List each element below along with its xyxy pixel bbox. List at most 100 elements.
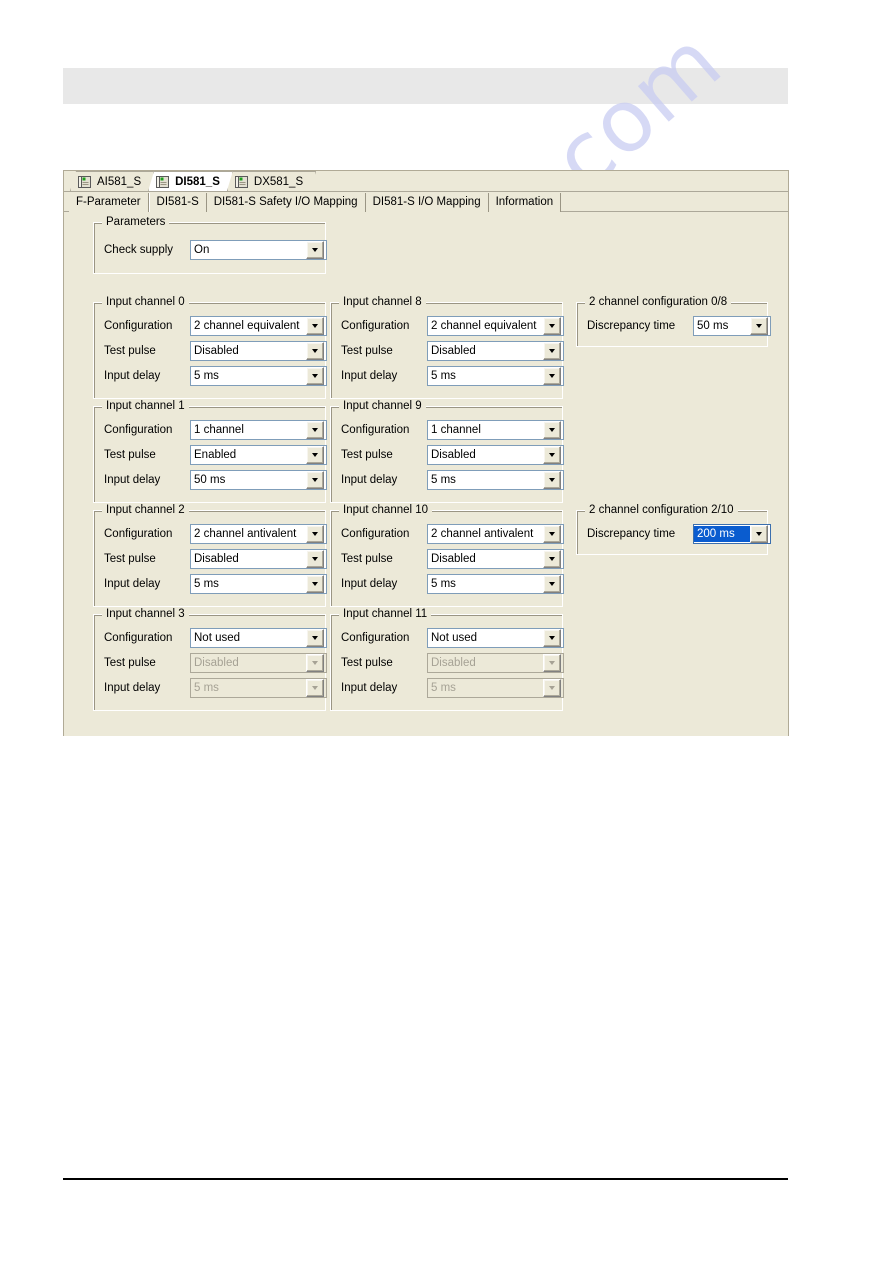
field-row-discrepancy-time: Discrepancy time 200 ms [587,524,771,544]
chevron-down-icon[interactable] [543,629,561,647]
field-row-input-delay: Input delay 5 ms [341,366,564,386]
field-row-configuration: Configuration 2 channel antivalent [104,524,327,544]
chevron-down-icon[interactable] [543,471,561,489]
chevron-down-icon[interactable] [543,446,561,464]
field-row-input-delay: Input delay 5 ms [341,470,564,490]
field-row-input-delay: Input delay 5 ms [341,574,564,594]
chevron-down-icon[interactable] [306,421,324,439]
device-tab-di581_s[interactable]: DI581_S [148,171,233,191]
combobox-configuration[interactable]: 1 channel [190,420,327,440]
chevron-down-icon[interactable] [306,446,324,464]
chevron-down-icon[interactable] [306,241,324,259]
combobox-test-pulse[interactable]: Disabled [190,549,327,569]
chevron-down-icon[interactable] [306,550,324,568]
combobox-configuration[interactable]: Not used [190,628,327,648]
device-configuration-window: AI581_S DI581_S DX581_S F-Parameter DI581-S… [63,170,789,736]
field-row-test-pulse: Test pulse Disabled [341,653,564,673]
field-label: Configuration [104,424,173,436]
field-label: Test pulse [104,345,156,357]
combobox-configuration[interactable]: 2 channel equivalent [427,316,564,336]
combobox-configuration[interactable]: Not used [427,628,564,648]
chevron-down-icon[interactable] [543,367,561,385]
field-row-configuration: Configuration Not used [341,628,564,648]
combobox-check-supply[interactable]: On [190,240,327,260]
group-legend: Parameters [102,216,170,228]
device-tab-label: AI581_S [97,175,142,188]
combobox-value: 2 channel antivalent [194,528,297,540]
combobox-test-pulse[interactable]: Enabled [190,445,327,465]
field-row-test-pulse: Test pulse Disabled [104,341,327,361]
combobox-value: 1 channel [431,424,481,436]
field-row-test-pulse: Test pulse Enabled [104,445,327,465]
group-legend: 2 channel configuration 0/8 [585,296,732,308]
combobox-value: 5 ms [194,578,219,590]
chevron-down-icon[interactable] [306,317,324,335]
group-2-channel-configuration-2-10: 2 channel configuration 2/10 Discrepancy … [576,504,771,555]
combobox-configuration[interactable]: 2 channel antivalent [190,524,327,544]
combobox-value: Disabled [194,345,239,357]
chevron-down-icon[interactable] [543,575,561,593]
combobox-value: 50 ms [697,320,729,332]
page-header-band [63,68,788,104]
property-tab-di581-s[interactable]: DI581-S [148,193,207,212]
combobox-configuration[interactable]: 2 channel antivalent [427,524,564,544]
combobox-value: Not used [431,632,478,644]
field-label: Check supply [104,244,174,256]
device-tab-dx581_s[interactable]: DX581_S [227,171,316,191]
combobox-input-delay[interactable]: 5 ms [427,366,564,386]
property-tab-di581-s-safety-i-o-mapping[interactable]: DI581-S Safety I/O Mapping [206,193,366,212]
property-tab-di581-s-i-o-mapping[interactable]: DI581-S I/O Mapping [365,193,489,212]
chevron-down-icon[interactable] [306,367,324,385]
group-input-channel-11: Input channel 11 Configuration Not used Tes… [330,608,564,711]
device-tab-ai581_s[interactable]: AI581_S [70,171,154,191]
combobox-configuration[interactable]: 2 channel equivalent [190,316,327,336]
chevron-down-icon[interactable] [306,629,324,647]
combobox-value: Not used [194,632,241,644]
field-row-input-delay: Input delay 5 ms [104,366,327,386]
group-input-channel-0: Input channel 0 Configuration 2 channel eq… [93,296,327,399]
combobox-input-delay[interactable]: 5 ms [190,574,327,594]
chevron-down-icon[interactable] [543,525,561,543]
combobox-test-pulse[interactable]: Disabled [427,549,564,569]
combobox-value: Disabled [431,449,476,461]
chevron-down-icon [543,679,561,697]
chevron-down-icon[interactable] [543,421,561,439]
chevron-down-icon[interactable] [306,525,324,543]
field-row-discrepancy-time: Discrepancy time 50 ms [587,316,771,336]
combobox-configuration[interactable]: 1 channel [427,420,564,440]
combobox-test-pulse[interactable]: Disabled [190,341,327,361]
property-tab-f-parameter[interactable]: F-Parameter [69,193,149,212]
combobox-input-delay[interactable]: 50 ms [190,470,327,490]
combobox-discrepancy-time[interactable]: 200 ms [693,524,771,544]
module-icon [78,176,91,188]
page-footer-rule [63,1178,788,1180]
combobox-input-delay[interactable]: 5 ms [427,574,564,594]
combobox-test-pulse[interactable]: Disabled [427,445,564,465]
field-label: Configuration [341,632,410,644]
field-label: Input delay [104,682,161,694]
chevron-down-icon[interactable] [543,342,561,360]
chevron-down-icon[interactable] [543,550,561,568]
combobox-value: 5 ms [431,474,456,486]
field-label: Discrepancy time [587,528,676,540]
property-tabstrip: F-Parameter DI581-S DI581-S Safety I/O Map… [64,192,788,212]
module-icon [156,176,169,188]
chevron-down-icon[interactable] [306,471,324,489]
chevron-down-icon[interactable] [306,342,324,360]
chevron-down-icon[interactable] [306,575,324,593]
field-label: Configuration [104,528,173,540]
field-label: Configuration [341,320,410,332]
field-row-test-pulse: Test pulse Disabled [341,549,564,569]
device-tab-label: DI581_S [175,175,220,188]
combobox-test-pulse[interactable]: Disabled [427,341,564,361]
property-tab-information[interactable]: Information [488,193,562,212]
chevron-down-icon [306,654,324,672]
combobox-input-delay[interactable]: 5 ms [190,366,327,386]
chevron-down-icon[interactable] [543,317,561,335]
group-legend: Input channel 2 [102,504,189,516]
chevron-down-icon[interactable] [750,317,768,335]
chevron-down-icon[interactable] [750,525,768,543]
device-tabstrip: AI581_S DI581_S DX581_S [64,171,788,192]
combobox-discrepancy-time[interactable]: 50 ms [693,316,771,336]
combobox-input-delay[interactable]: 5 ms [427,470,564,490]
